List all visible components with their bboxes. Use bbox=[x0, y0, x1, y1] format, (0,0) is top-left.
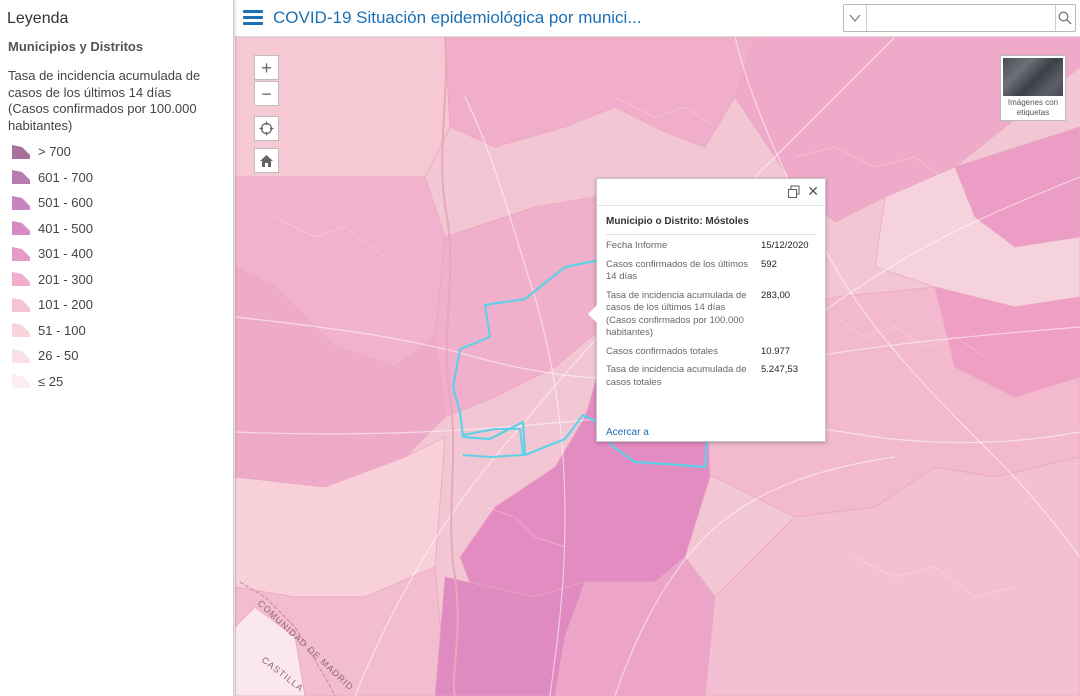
legend-swatch bbox=[12, 246, 30, 261]
legend-swatch bbox=[12, 374, 30, 389]
chevron-down-icon bbox=[849, 14, 861, 22]
legend-swatch bbox=[12, 170, 30, 185]
legend-item: 26 - 50 bbox=[12, 343, 93, 369]
locate-button[interactable] bbox=[254, 116, 279, 141]
popup-field-row: Tasa de incidencia acumulada de casos de… bbox=[606, 290, 822, 346]
legend-item: > 700 bbox=[12, 139, 93, 165]
zoom-out-button[interactable]: − bbox=[254, 81, 279, 106]
search-box bbox=[843, 4, 1076, 32]
search-source-dropdown[interactable] bbox=[844, 5, 867, 31]
legend-item: ≤ 25 bbox=[12, 369, 93, 395]
popup-field-label: Casos confirmados de los últimos 14 días bbox=[606, 258, 749, 283]
popup-header: ✕ bbox=[597, 179, 825, 206]
map-view[interactable]: COMUNIDAD DE MADRID CASTILLA + − Imágene… bbox=[235, 37, 1080, 696]
home-icon bbox=[260, 154, 273, 167]
legend-label: 301 - 400 bbox=[38, 246, 93, 262]
popup-title: Municipio o Distrito: Móstoles bbox=[606, 216, 749, 227]
legend-layer-title: Municipios y Distritos bbox=[8, 39, 144, 54]
legend-item: 201 - 300 bbox=[12, 267, 93, 293]
legend-label: 101 - 200 bbox=[38, 297, 93, 313]
maximize-icon[interactable] bbox=[787, 185, 801, 199]
legend-item: 301 - 400 bbox=[12, 241, 93, 267]
popup-field-value: 15/12/2020 bbox=[761, 240, 809, 251]
home-button[interactable] bbox=[254, 148, 279, 173]
popup-field-row: Casos confirmados de los últimos 14 días… bbox=[606, 259, 822, 290]
legend-swatch bbox=[12, 195, 30, 210]
legend-description: Tasa de incidencia acumulada de casos de… bbox=[8, 68, 201, 133]
basemap-label: Imágenes con etiquetas bbox=[1007, 98, 1059, 117]
legend-label: 26 - 50 bbox=[38, 348, 79, 364]
legend-swatch bbox=[12, 144, 30, 159]
legend-label: 51 - 100 bbox=[38, 322, 86, 338]
popup-field-label: Tasa de incidencia acumulada de casos to… bbox=[606, 364, 747, 388]
legend-label: 601 - 700 bbox=[38, 169, 93, 185]
popup-field-value: 5.247,53 bbox=[761, 364, 798, 375]
app-header: COVID-19 Situación epidemiológica por mu… bbox=[235, 0, 1080, 37]
popup-field-row: Fecha Informe 15/12/2020 bbox=[606, 240, 822, 259]
legend-title: Leyenda bbox=[7, 10, 69, 27]
zoom-in-button[interactable]: + bbox=[254, 55, 279, 80]
legend-item: 51 - 100 bbox=[12, 318, 93, 344]
search-input[interactable] bbox=[866, 5, 1055, 31]
legend-label: 401 - 500 bbox=[38, 220, 93, 236]
legend-swatch bbox=[12, 348, 30, 363]
basemap-thumbnail bbox=[1003, 58, 1063, 96]
legend-swatch bbox=[12, 323, 30, 338]
basemap-toggle[interactable]: Imágenes con etiquetas bbox=[1000, 55, 1066, 121]
popup-pointer bbox=[588, 305, 597, 323]
legend-swatch bbox=[12, 221, 30, 236]
legend-item: 401 - 500 bbox=[12, 216, 93, 242]
search-icon bbox=[1058, 11, 1072, 25]
legend-class-list: > 700 601 - 700 501 - 600 401 - 500 301 - 40… bbox=[12, 139, 93, 394]
popup-field-label: Tasa de incidencia acumulada de casos de… bbox=[606, 289, 747, 339]
legend-label: 201 - 300 bbox=[38, 271, 93, 287]
popup-field-value: 10.977 bbox=[761, 345, 791, 357]
popup-divider bbox=[606, 234, 816, 235]
legend-item: 501 - 600 bbox=[12, 190, 93, 216]
popup-field-row: Tasa de incidencia acumulada de casos to… bbox=[606, 364, 822, 395]
popup-field-row: Casos confirmados totales 10.977 bbox=[606, 346, 822, 365]
popup-field-label: Fecha Informe bbox=[606, 240, 668, 251]
popup-attribute-table: Fecha Informe 15/12/2020 Casos confirmados… bbox=[606, 240, 822, 395]
legend-panel: Leyenda Municipios y Distritos Tasa de i… bbox=[0, 0, 234, 696]
popup-field-value: 283,00 bbox=[761, 289, 791, 301]
legend-item: 101 - 200 bbox=[12, 292, 93, 318]
app-title: COVID-19 Situación epidemiológica por mu… bbox=[273, 8, 642, 27]
feature-popup: ✕ Municipio o Distrito: Móstoles Fecha I… bbox=[588, 178, 826, 442]
search-button[interactable] bbox=[1054, 5, 1075, 31]
legend-label: > 700 bbox=[38, 144, 71, 160]
legend-label: 501 - 600 bbox=[38, 195, 93, 211]
popup-field-value: 592 bbox=[761, 258, 777, 270]
legend-swatch bbox=[12, 272, 30, 287]
popup-field-label: Casos confirmados totales bbox=[606, 345, 718, 357]
hamburger-menu-icon[interactable] bbox=[243, 10, 263, 26]
legend-label: ≤ 25 bbox=[38, 373, 64, 389]
crosshair-icon bbox=[259, 121, 274, 136]
legend-item: 601 - 700 bbox=[12, 165, 93, 191]
legend-swatch bbox=[12, 297, 30, 312]
zoom-to-link[interactable]: Acercar a bbox=[606, 427, 649, 438]
close-icon[interactable]: ✕ bbox=[807, 183, 819, 200]
